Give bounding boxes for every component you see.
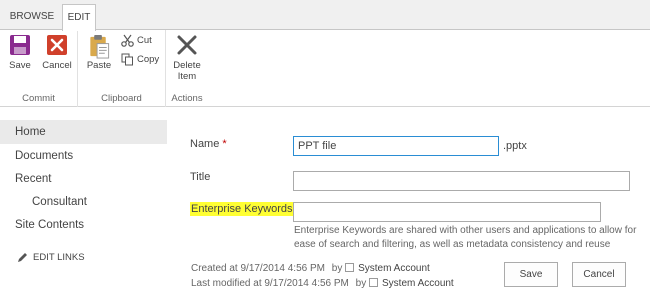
ribbon-group-clipboard: Paste Cut Copy Clipboard <box>78 30 166 107</box>
enterprise-keywords-hint: Enterprise Keywords are shared with othe… <box>294 225 637 250</box>
ribbon-cancel-label: Cancel <box>42 60 72 71</box>
ribbon-delete-item-button[interactable]: Delete Item <box>170 34 204 82</box>
name-field-label: Name * <box>190 138 227 150</box>
required-asterisk: * <box>222 138 227 150</box>
nav-item-home[interactable]: Home <box>0 120 167 144</box>
paste-icon <box>90 34 110 59</box>
edit-links-label: EDIT LINKS <box>33 252 85 264</box>
file-extension-suffix: .pptx <box>503 140 527 152</box>
ribbon-paste-label: Paste <box>86 60 112 71</box>
nav-item-site-contents[interactable]: Site Contents <box>15 219 84 231</box>
modified-by-label: by <box>355 278 367 289</box>
created-info: Created at 9/17/2014 4:56 PM by System A… <box>191 263 430 274</box>
ribbon-group-actions: Delete Item Actions <box>166 30 208 107</box>
delete-icon <box>177 35 197 55</box>
presence-icon <box>369 278 379 287</box>
created-text: Created at 9/17/2014 4:56 PM <box>191 263 325 274</box>
tab-edit[interactable]: EDIT <box>62 4 96 31</box>
cancel-icon <box>47 35 67 55</box>
clipboard-group-label: Clipboard <box>101 93 142 104</box>
ribbon-cut-label: Cut <box>137 35 152 46</box>
save-button[interactable]: Save <box>504 262 558 287</box>
created-by-label: by <box>331 263 343 274</box>
pencil-icon <box>18 253 27 262</box>
title-field-label: Title <box>190 171 211 183</box>
ribbon-cut-button[interactable]: Cut <box>121 33 152 48</box>
enterprise-keywords-label-text: Enterprise Keywords <box>190 202 294 216</box>
nav-item-documents[interactable]: Documents <box>15 150 73 162</box>
scissors-icon <box>121 34 134 47</box>
copy-icon <box>121 53 133 66</box>
nav-item-recent[interactable]: Recent <box>15 173 51 185</box>
ribbon-cancel-button[interactable]: Cancel <box>40 34 74 71</box>
modified-by-account[interactable]: System Account <box>382 278 454 289</box>
name-label-text: Name <box>190 138 220 150</box>
edit-links-link[interactable]: EDIT LINKS <box>17 252 85 263</box>
modified-text: Last modified at 9/17/2014 4:56 PM <box>191 278 349 289</box>
ribbon: Save Cancel Commit Paste Cut Copy Clipbo… <box>0 30 650 107</box>
ribbon-copy-label: Copy <box>137 54 160 65</box>
enterprise-keywords-input[interactable] <box>293 202 601 222</box>
nav-item-consultant[interactable]: Consultant <box>32 196 87 208</box>
ribbon-delete-label-line1: Delete <box>173 60 201 71</box>
cancel-button[interactable]: Cancel <box>572 262 626 287</box>
save-icon <box>10 35 30 55</box>
tab-browse[interactable]: BROWSE <box>4 4 60 30</box>
name-input[interactable] <box>293 136 499 156</box>
ribbon-copy-button[interactable]: Copy <box>121 52 159 67</box>
enterprise-keywords-label: Enterprise Keywords <box>190 202 294 216</box>
presence-icon <box>345 263 355 272</box>
actions-group-label: Actions <box>171 93 203 104</box>
ribbon-paste-button[interactable]: Paste <box>82 34 116 71</box>
created-by-account[interactable]: System Account <box>358 263 430 274</box>
commit-group-label: Commit <box>22 93 55 104</box>
modified-info: Last modified at 9/17/2014 4:56 PM by Sy… <box>191 278 454 289</box>
ribbon-save-button[interactable]: Save <box>3 34 37 71</box>
ribbon-group-commit: Save Cancel Commit <box>0 30 78 107</box>
ribbon-save-label: Save <box>9 60 31 71</box>
ribbon-tab-bar: BROWSE EDIT <box>0 0 650 31</box>
title-input[interactable] <box>293 171 630 191</box>
ribbon-delete-label-line2: Item <box>177 71 197 82</box>
